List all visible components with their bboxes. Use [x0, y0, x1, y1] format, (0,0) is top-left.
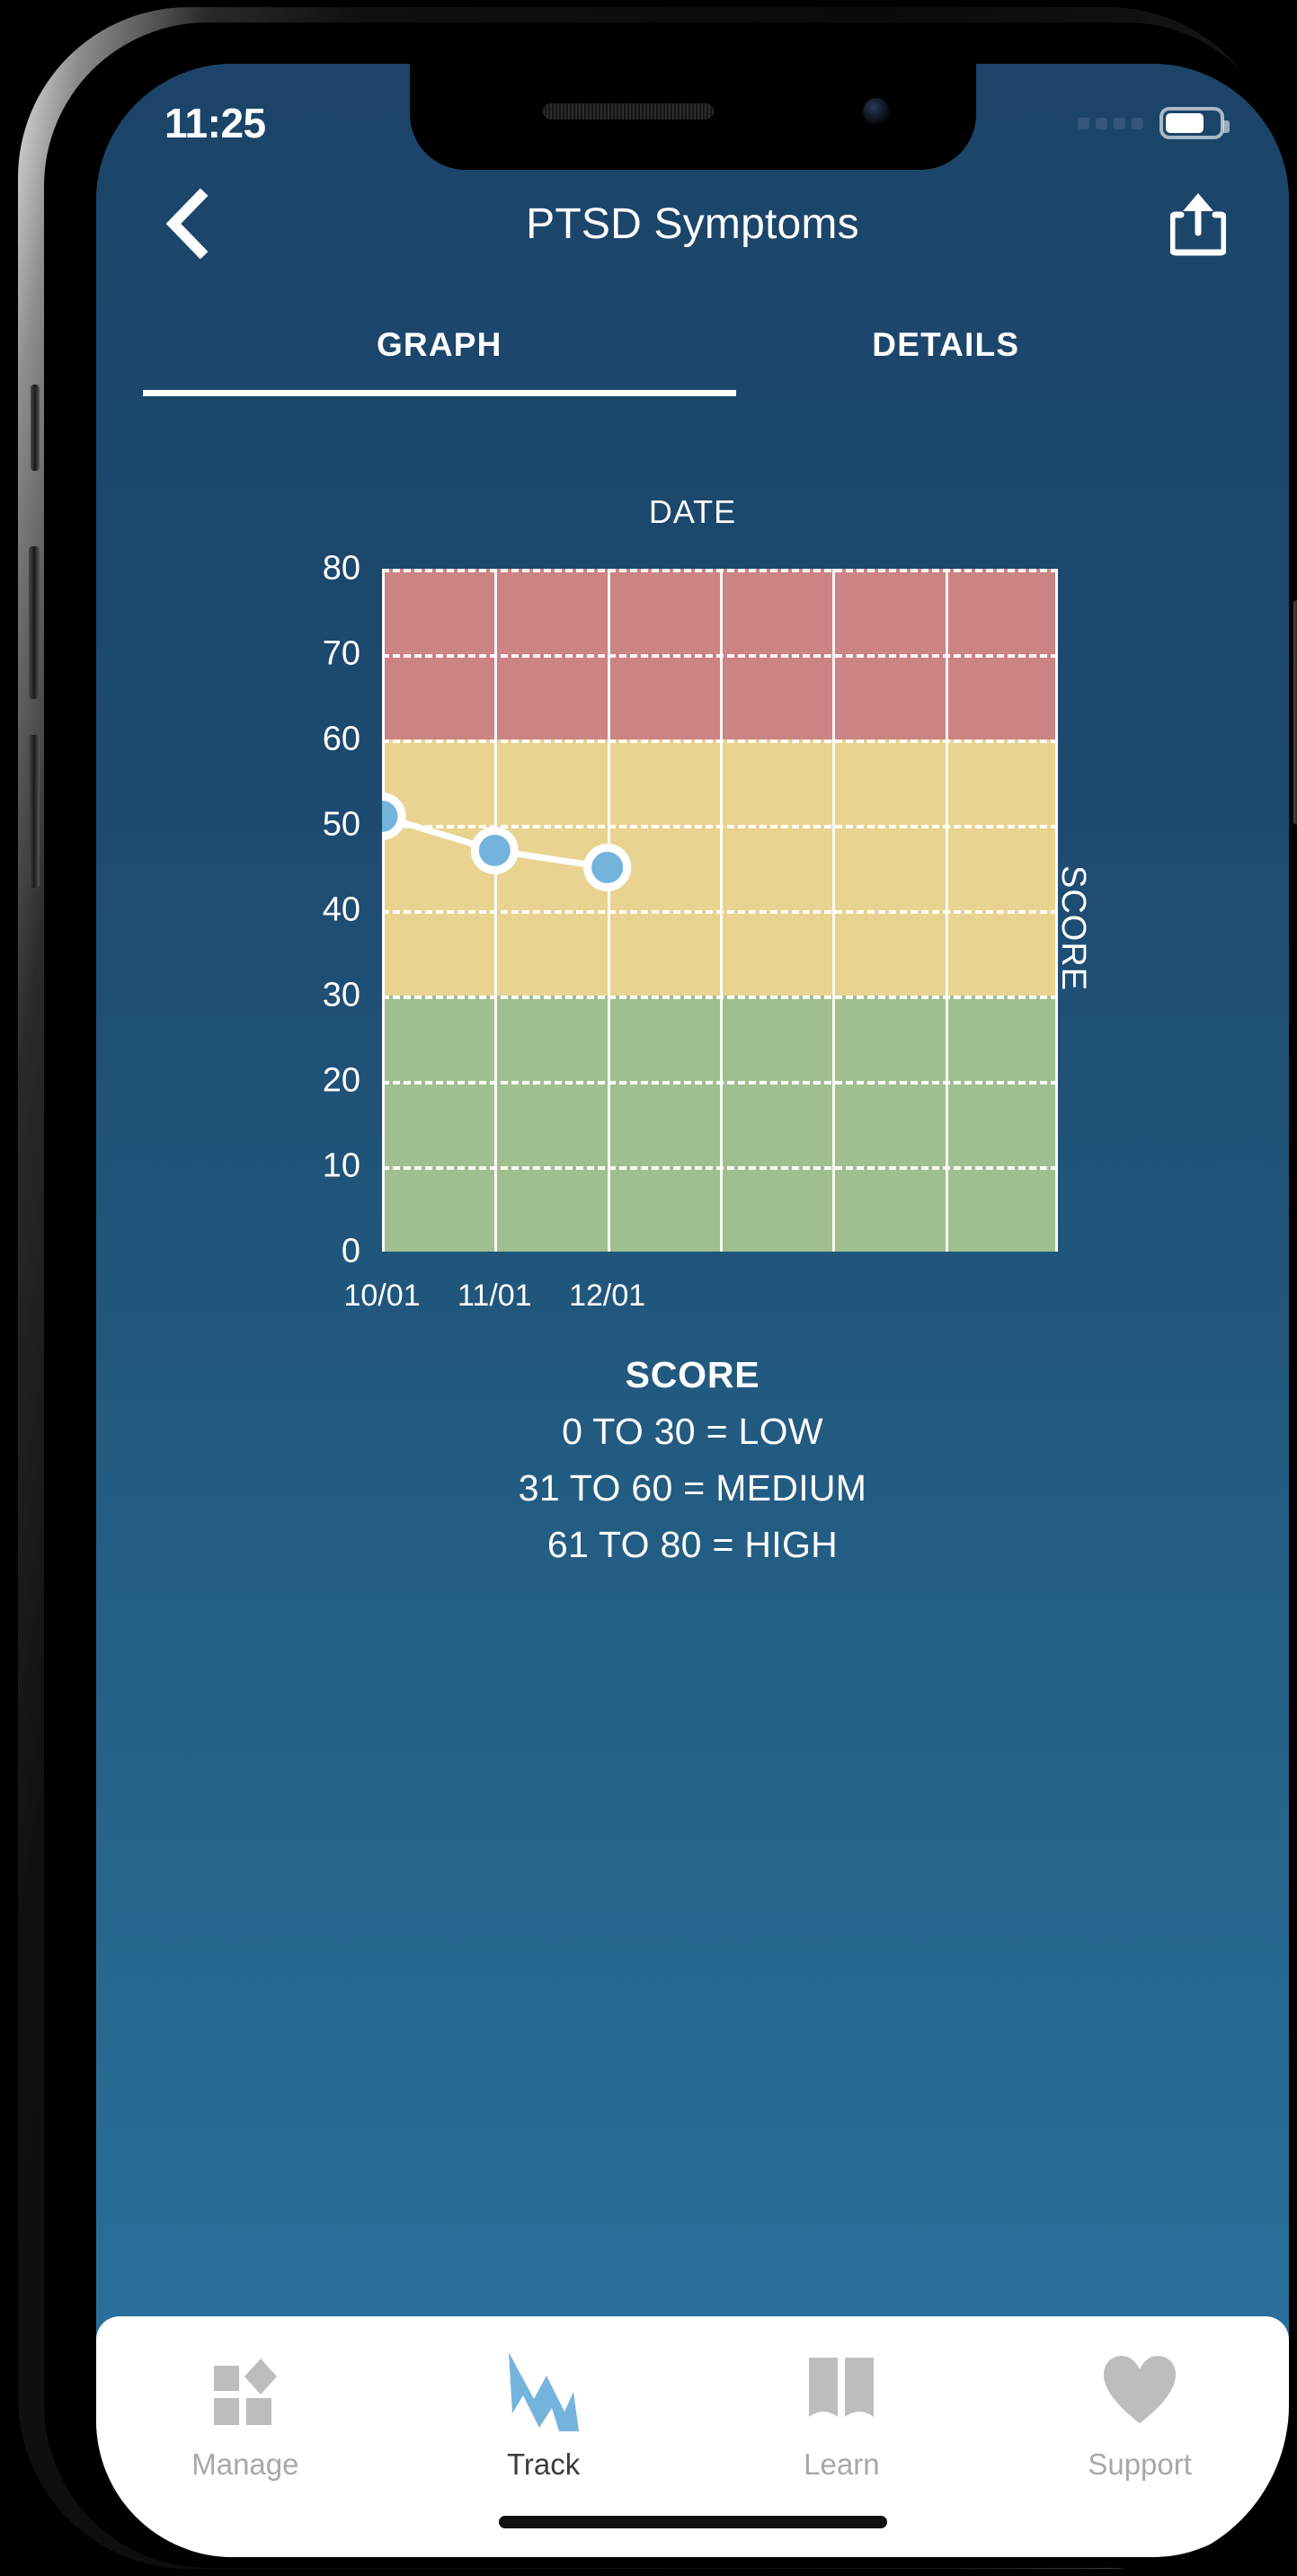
bottom-tab-manage-label: Manage: [191, 2448, 299, 2481]
phone-bezel: 11:25 PTSD Symptoms GRAPH DETAILS DATE 0…: [44, 22, 1289, 2568]
x-tick-label: 12/01: [569, 1279, 646, 1313]
page-title: PTSD Symptoms: [526, 199, 859, 248]
y-tick-label: 60: [322, 720, 360, 758]
battery-cap: [1223, 120, 1230, 133]
y-tick-label: 10: [322, 1146, 360, 1185]
bottom-tab-learn-label: Learn: [804, 2448, 880, 2481]
open-book-icon: [805, 2349, 877, 2431]
app-screen: 11:25 PTSD Symptoms GRAPH DETAILS DATE 0…: [96, 64, 1289, 2557]
y-tick-label: 80: [322, 549, 360, 588]
y-tick-label: 0: [341, 1232, 360, 1270]
notch: [409, 64, 976, 170]
gridline-v: [832, 569, 836, 1252]
chart-area: 0 10 20 30 40 50 60 70 80 SCORE 10/01 11/01 12/01: [96, 550, 1289, 1314]
share-icon: [1170, 193, 1226, 256]
signal-dots-icon: [1078, 117, 1143, 129]
bottom-tab-learn[interactable]: Learn: [693, 2349, 991, 2482]
navigation-bar: PTSD Symptoms: [96, 170, 1289, 278]
chart-section: DATE 0 10 20 30 40 50 60 70 80 SCORE 10/01: [96, 493, 1289, 1314]
status-indicators: [1078, 107, 1230, 139]
legend-title: SCORE: [625, 1354, 760, 1395]
data-series: [382, 792, 632, 891]
bottom-tab-track[interactable]: Track: [395, 2349, 693, 2482]
zigzag-trend-icon: [503, 2349, 584, 2431]
chart-y-axis-title: SCORE: [1054, 865, 1092, 992]
chart-x-axis-title: DATE: [648, 493, 737, 530]
y-tick-label: 20: [322, 1061, 360, 1100]
tab-details[interactable]: DETAILS: [693, 326, 1200, 396]
earpiece-speaker: [542, 103, 714, 120]
data-point[interactable]: [583, 844, 632, 891]
data-point[interactable]: [470, 827, 519, 874]
segment-tabs: GRAPH DETAILS: [96, 326, 1289, 396]
legend-line-high: 61 TO 80 = HIGH: [546, 1524, 839, 1565]
tab-graph-label: GRAPH: [376, 326, 502, 363]
back-button[interactable]: [152, 189, 222, 259]
home-indicator[interactable]: [498, 2516, 887, 2528]
legend-line-medium: 31 TO 60 = MEDIUM: [518, 1467, 867, 1509]
volume-up-button[interactable]: [29, 546, 40, 699]
score-legend: SCORE 0 TO 30 = LOW 31 TO 60 = MEDIUM 61…: [96, 1354, 1289, 1566]
bottom-tab-manage[interactable]: Manage: [96, 2349, 395, 2482]
x-axis-ticks: 10/01 11/01 12/01: [343, 1279, 1058, 1332]
battery-icon: [1159, 107, 1230, 139]
battery-fill: [1166, 113, 1204, 133]
tab-details-label: DETAILS: [872, 326, 1020, 363]
power-button[interactable]: [1293, 600, 1297, 825]
x-tick-label: 11/01: [458, 1279, 532, 1313]
y-tick-label: 50: [322, 805, 360, 844]
y-tick-label: 30: [322, 976, 360, 1014]
y-tick-label: 70: [322, 634, 360, 673]
y-tick-label: 40: [322, 890, 360, 929]
bottom-tab-support-label: Support: [1088, 2448, 1192, 2481]
silent-switch[interactable]: [31, 385, 40, 471]
front-camera-icon: [862, 98, 890, 125]
x-tick-label: 10/01: [343, 1279, 421, 1313]
legend-line-low: 0 TO 30 = LOW: [562, 1411, 823, 1452]
bottom-tab-support[interactable]: Support: [991, 2349, 1289, 2482]
plot-region: [382, 569, 1058, 1252]
heart-icon: [1102, 2349, 1177, 2431]
gridline-v: [720, 569, 723, 1252]
status-time: 11:25: [164, 100, 266, 146]
data-point[interactable]: [382, 792, 406, 840]
grid-blocks-icon: [210, 2349, 280, 2431]
phone-screen: 11:25 PTSD Symptoms GRAPH DETAILS DATE 0…: [96, 64, 1289, 2557]
gridline-v: [945, 569, 948, 1252]
phone-frame: 11:25 PTSD Symptoms GRAPH DETAILS DATE 0…: [18, 7, 1297, 2569]
tab-graph[interactable]: GRAPH: [143, 326, 735, 396]
share-button[interactable]: [1163, 189, 1233, 259]
chevron-left-icon: [165, 189, 209, 259]
volume-down-button[interactable]: [29, 735, 40, 888]
bottom-tab-track-label: Track: [506, 2448, 581, 2481]
y-axis-ticks: 0 10 20 30 40 50 60 70 80: [263, 550, 360, 1270]
